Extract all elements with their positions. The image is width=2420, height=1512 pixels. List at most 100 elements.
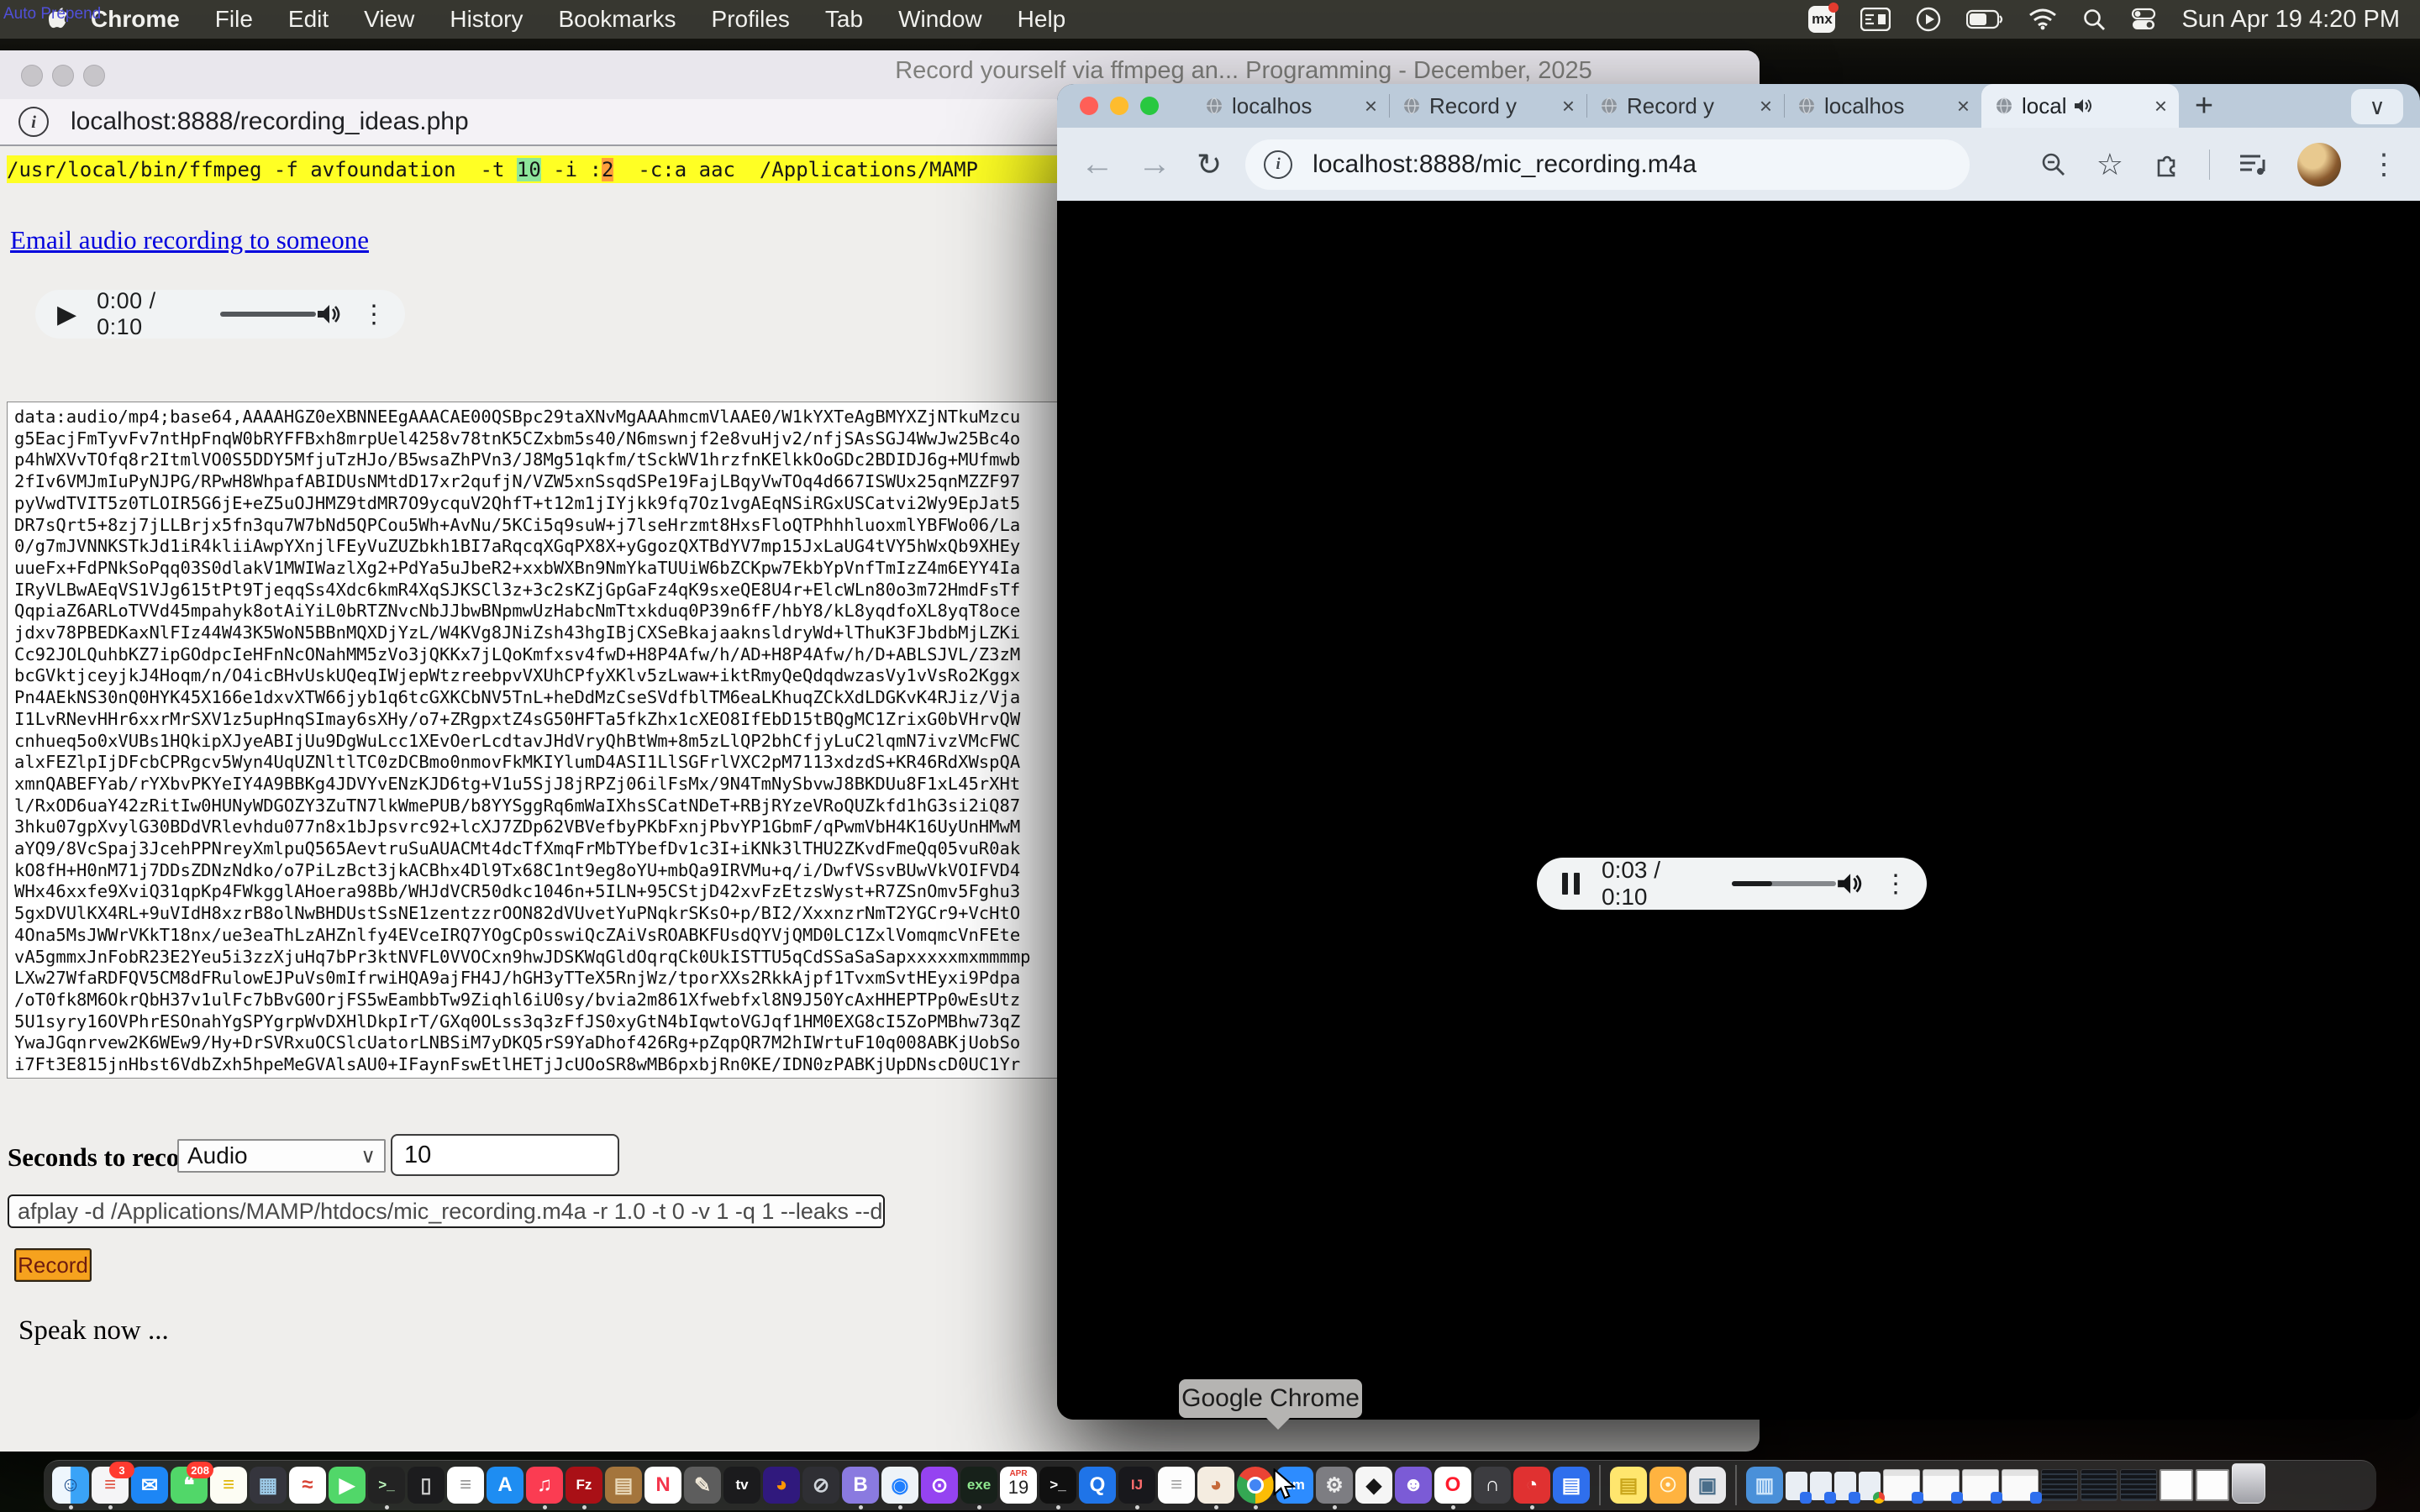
control-center-icon[interactable] [2131, 7, 2156, 32]
dock-item-terminal-2[interactable]: >_ [1039, 1467, 1076, 1509]
reload-icon[interactable]: ↻ [1197, 147, 1222, 182]
dock-item-quicktime[interactable]: Q [1079, 1467, 1116, 1509]
close-button-inactive[interactable] [21, 65, 43, 87]
dock-item-app-store[interactable]: A [487, 1467, 523, 1509]
dock-item-minimized-window[interactable] [1883, 1469, 1920, 1509]
seconds-input[interactable]: 10 [391, 1134, 619, 1176]
pause-icon[interactable] [1562, 873, 1580, 895]
dock-item-calendar[interactable]: APR19 [1000, 1467, 1037, 1509]
media-controls-icon[interactable] [2238, 151, 2269, 178]
dock-item-finder[interactable]: ☺ [52, 1467, 89, 1509]
dock-item-minimized-window[interactable] [1810, 1472, 1832, 1509]
dock-item-waveform-app[interactable]: ≈ [289, 1467, 326, 1509]
tab-close-icon[interactable]: × [2154, 93, 2167, 119]
dock-item-podcasts[interactable]: ⊙ [921, 1467, 958, 1509]
dock-item-apple-tv[interactable]: tv [723, 1467, 760, 1509]
dock-item-gimp[interactable]: ✎ [684, 1467, 721, 1509]
dock-item-paint-palette[interactable]: ◕ [1197, 1467, 1234, 1509]
back-icon[interactable]: ← [1081, 145, 1114, 183]
dock-item-textedit[interactable]: ≡ [447, 1467, 484, 1509]
dock-item-stickies[interactable]: ▤ [1610, 1467, 1647, 1509]
app-status-icon[interactable]: mx [1808, 6, 1835, 33]
menu-item-profiles[interactable]: Profiles [694, 6, 808, 33]
dock-item-trash[interactable] [2232, 1463, 2265, 1509]
bookmark-star-icon[interactable]: ☆ [2096, 147, 2123, 182]
dock-item-news[interactable]: N [644, 1467, 681, 1509]
dock-item-tooth-app[interactable]: ∩ [1474, 1467, 1511, 1509]
menu-item-tab[interactable]: Tab [808, 6, 881, 33]
dock-item-safari[interactable]: ◉ [881, 1467, 918, 1509]
dock-item-firefox[interactable]: ◕ [763, 1467, 800, 1509]
dock-item-lightbulb-app[interactable]: ☉ [1649, 1467, 1686, 1509]
audio-player[interactable]: 0:03 / 0:10 ⋮ [1537, 858, 1927, 910]
dock-item-minimized-window[interactable] [2041, 1469, 2078, 1509]
close-button[interactable] [1080, 97, 1098, 115]
browser-tab-record-y[interactable]: Record y× [1586, 84, 1784, 128]
audio-player[interactable]: ▶ 0:00 / 0:10 ⋮ [35, 290, 405, 339]
dock-item-mail[interactable]: ✉ [131, 1467, 168, 1509]
profile-avatar[interactable] [2297, 143, 2341, 186]
zoom-button-inactive[interactable] [83, 65, 105, 87]
zoom-out-icon[interactable] [2039, 150, 2068, 179]
site-info-icon[interactable]: i [1264, 150, 1292, 179]
front-browser-window[interactable]: localhos×Record y×Record y×localhos×loca… [1057, 84, 2420, 1420]
dock-item-phone-mirroring[interactable]: ▯ [408, 1467, 445, 1509]
extensions-icon[interactable] [2152, 150, 2181, 179]
dock-item-photo-frame[interactable]: ▣ [1689, 1467, 1726, 1509]
menu-item-view[interactable]: View [346, 6, 432, 33]
tab-close-icon[interactable]: × [1365, 93, 1377, 119]
browser-tab-local[interactable]: local× [1981, 84, 2179, 128]
dock-item-minimized-window[interactable] [2160, 1469, 2193, 1509]
dock-item-document[interactable]: ≡ [1158, 1467, 1195, 1509]
back-url-text[interactable]: localhost:8888/recording_ideas.php [71, 108, 469, 136]
afplay-command-input[interactable]: afplay -d /Applications/MAMP/htdocs/mic_… [8, 1194, 885, 1228]
search-icon[interactable] [2082, 8, 2106, 31]
dock-item-minimized-window[interactable] [2002, 1469, 2039, 1509]
keyboard-window-icon[interactable] [1860, 8, 1891, 31]
media-type-select[interactable]: Audio ∨ [177, 1139, 386, 1173]
tab-close-icon[interactable]: × [1562, 93, 1575, 119]
volume-icon[interactable] [316, 302, 341, 326]
more-options-icon[interactable]: ⋮ [1883, 869, 1908, 899]
tab-close-icon[interactable]: × [1957, 93, 1970, 119]
play-circle-icon[interactable] [1916, 7, 1941, 32]
new-tab-button[interactable]: + [2187, 89, 2221, 123]
dock-item-facetime[interactable]: ▶ [329, 1467, 366, 1509]
dock-item-intellij-idea[interactable]: IJ [1118, 1467, 1155, 1509]
seek-bar[interactable] [220, 312, 316, 317]
tab-close-icon[interactable]: × [1760, 93, 1772, 119]
browser-tab-localhos[interactable]: localhos× [1192, 84, 1389, 128]
dock-item-inkscape[interactable]: ◆ [1355, 1467, 1392, 1509]
menu-item-help[interactable]: Help [1000, 6, 1084, 33]
url-text[interactable]: localhost:8888/mic_recording.m4a [1313, 150, 1697, 179]
wifi-icon[interactable] [2028, 8, 2057, 30]
dock-item-music[interactable]: ♫ [526, 1467, 563, 1509]
browser-tab-record-y[interactable]: Record y× [1389, 84, 1586, 128]
dock-item-gauge-app[interactable]: ◔ [1513, 1467, 1550, 1509]
address-bar[interactable]: i localhost:8888/mic_recording.m4a [1245, 139, 1970, 190]
minimize-button-inactive[interactable] [52, 65, 74, 87]
dock-item-google-chrome[interactable] [1237, 1467, 1274, 1509]
dock-item-blue-container[interactable]: ▥ [1746, 1467, 1783, 1509]
dock-item-minimized-window[interactable] [1923, 1469, 1960, 1509]
seek-bar[interactable] [1732, 881, 1836, 886]
menu-item-edit[interactable]: Edit [271, 6, 346, 33]
dock-item-launchpad[interactable]: ▦ [250, 1467, 287, 1509]
dock-item-minimized-window[interactable] [2081, 1469, 2118, 1509]
dock-item-minimized-window[interactable] [2196, 1469, 2229, 1509]
menu-item-file[interactable]: File [197, 6, 271, 33]
dock-item-blocked-app[interactable]: ⊘ [802, 1467, 839, 1509]
email-recording-link[interactable]: Email audio recording to someone [10, 225, 369, 255]
zoom-button[interactable] [1140, 97, 1159, 115]
battery-icon[interactable] [1966, 9, 2003, 29]
more-options-icon[interactable]: ⋮ [361, 300, 387, 329]
dock-item-purple-app[interactable]: ☻ [1395, 1467, 1432, 1509]
dock-item-minimized-window[interactable] [1834, 1472, 1856, 1509]
volume-icon[interactable] [1836, 871, 1863, 896]
dock-item-notes[interactable]: ≡ [210, 1467, 247, 1509]
menu-item-bookmarks[interactable]: Bookmarks [540, 6, 693, 33]
dock[interactable]: ☺≡3✉❝208≡▦≈▶>_▯≡A♫Fz▤N✎tv◕⊘B◉⊙exeAPR19>_… [44, 1460, 2376, 1510]
dock-item-blue-docs[interactable]: ▤ [1553, 1467, 1590, 1509]
dock-item-minimized-window[interactable] [1859, 1472, 1881, 1509]
dock-item-terminal[interactable]: >_ [368, 1467, 405, 1509]
